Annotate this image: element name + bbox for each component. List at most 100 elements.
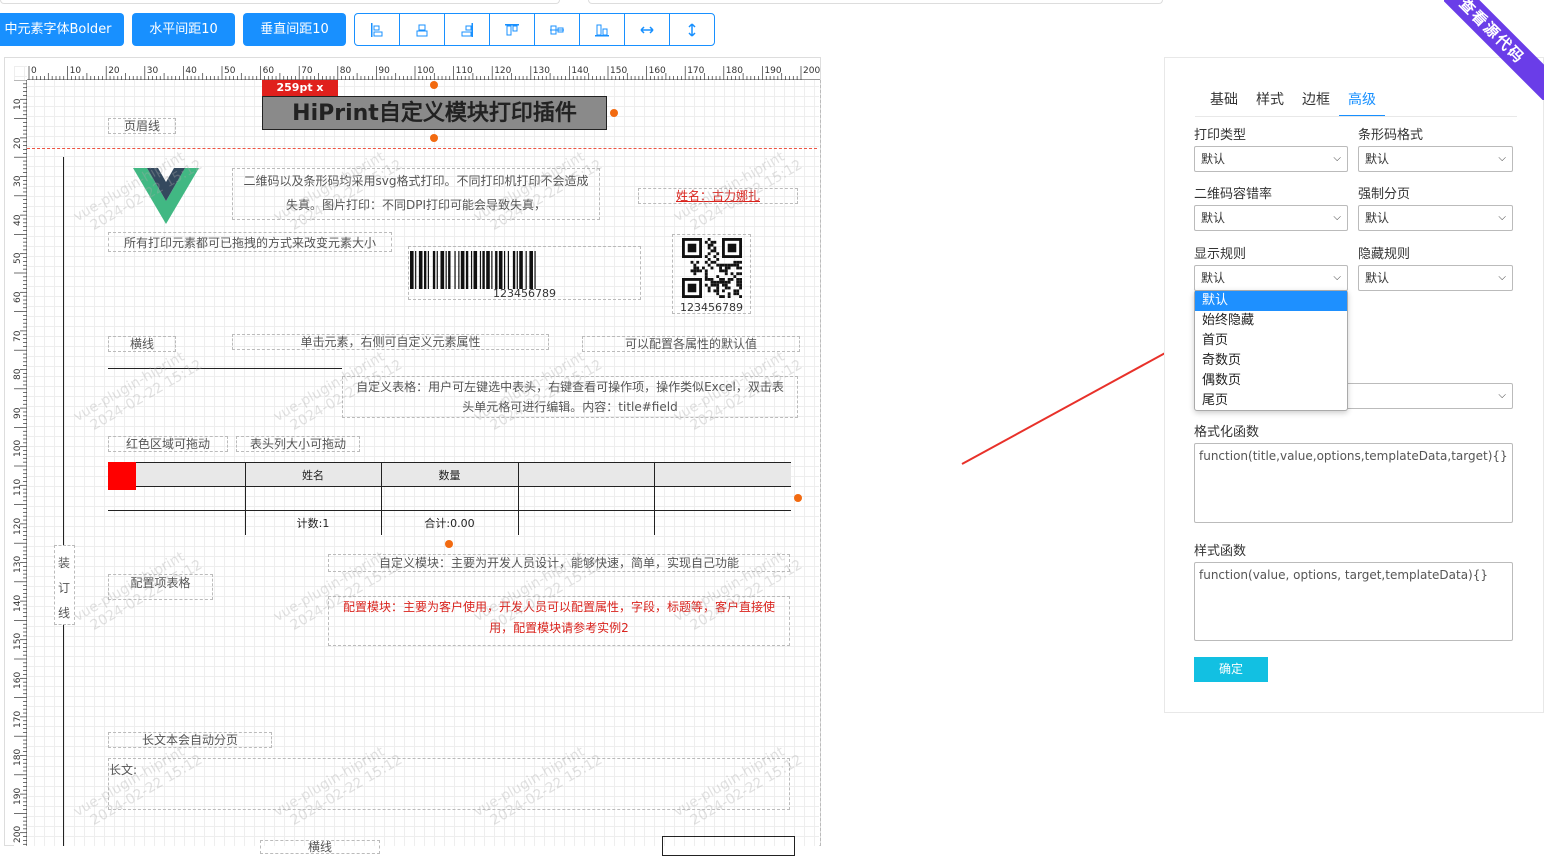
config-module-text[interactable]: 配置模块：主要为客户使用，开发人员可以配置属性，字段，标题等，客户直接使用，配置…	[328, 596, 790, 646]
ruler-left-label: 190	[13, 787, 23, 805]
table-cell	[517, 486, 654, 511]
dropdown-option[interactable]: 默认	[1195, 291, 1347, 311]
align-bottom-icon[interactable]	[580, 14, 625, 45]
print-type-select[interactable]: 默认 ⌵	[1194, 146, 1348, 172]
qr-module	[736, 260, 740, 264]
long-text-element[interactable]: 长文:	[108, 758, 790, 810]
qr-module	[736, 283, 740, 287]
ruler-top-label: 150	[610, 66, 628, 76]
tab-advanced[interactable]: 高级	[1339, 90, 1385, 117]
long-text-label[interactable]: 长文本会自动分页	[108, 732, 272, 748]
qr-module	[719, 266, 722, 270]
resize-handle[interactable]	[445, 540, 453, 548]
vue-logo-image[interactable]	[133, 168, 199, 224]
resize-handle[interactable]	[610, 109, 618, 117]
custom-module-text[interactable]: 自定义模块：主要为开发人员设计，能够快速，简单，实现自己功能	[328, 554, 790, 572]
table-hint-text[interactable]: 自定义表格：用户可左键选中表头，右键查看可操作项，操作类似Excel，双击表头单…	[342, 376, 798, 418]
resize-handle[interactable]	[430, 134, 438, 142]
ruler-left-label: 100	[13, 440, 23, 458]
drag-hint-text[interactable]: 所有打印元素都可已拖拽的方式来改变元素大小	[108, 232, 392, 252]
name-field[interactable]: 姓名：古力娜扎	[638, 188, 798, 204]
bold-font-button[interactable]: 中元素字体Bolder	[0, 13, 124, 46]
bottom-box[interactable]	[662, 836, 795, 856]
qr-module	[722, 263, 725, 267]
ruler-left-label: 140	[13, 594, 23, 612]
tab-style[interactable]: 样式	[1247, 90, 1293, 117]
qrcode-element[interactable]: 123456789	[672, 234, 751, 314]
table-cell	[380, 486, 518, 511]
table-header-cell[interactable]	[517, 462, 654, 487]
barcode-format-select[interactable]: 默认 ⌵	[1358, 146, 1513, 172]
qr-module	[722, 269, 725, 273]
confirm-button[interactable]: 确定	[1194, 657, 1268, 682]
qr-module	[707, 263, 711, 267]
qr-module	[716, 283, 720, 287]
ruler-top-label: 180	[725, 66, 743, 76]
qr-module	[704, 260, 708, 264]
qr-description-text[interactable]: 二维码以及条形码均采用svg格式打印。不同打印机打印不会造成失真。图片打印：不同…	[232, 168, 600, 220]
barcode-element[interactable]: 123456789	[408, 246, 641, 300]
header-line-label[interactable]: 页眉线	[108, 118, 176, 134]
ruler-top-label: 60	[262, 66, 275, 76]
table-header-cell[interactable]: 姓名	[244, 462, 381, 487]
default-hint-text[interactable]: 可以配置各属性的默认值	[582, 336, 800, 352]
qr-module	[727, 266, 731, 270]
hide-rule-select[interactable]: 默认 ⌵	[1358, 265, 1513, 291]
dropdown-option[interactable]: 奇数页	[1195, 351, 1347, 371]
dropdown-option[interactable]: 首页	[1195, 331, 1347, 351]
barcode-bar	[519, 251, 523, 289]
qr-module	[733, 292, 737, 296]
binding-label[interactable]: 装 订 线	[54, 545, 75, 625]
table-header-cell[interactable]	[653, 462, 791, 487]
horizontal-spacing-button[interactable]: 水平间距10	[132, 13, 235, 46]
force-page-select[interactable]: 默认 ⌵	[1358, 205, 1513, 231]
table-header-cell[interactable]: 数量	[380, 462, 518, 487]
resize-handle[interactable]	[430, 81, 438, 89]
vertical-distribute-icon[interactable]	[670, 14, 714, 45]
barcode-bar	[525, 251, 527, 289]
qr-error-select[interactable]: 默认 ⌵	[1194, 205, 1348, 231]
qr-module	[693, 263, 697, 267]
align-right-icon[interactable]	[445, 14, 490, 45]
show-rule-select[interactable]: 默认 ⌵	[1194, 265, 1348, 291]
align-left-icon[interactable]	[355, 14, 400, 45]
qr-module	[713, 255, 717, 258]
column-resize-label[interactable]: 表头列大小可拖动	[236, 436, 360, 452]
header-line[interactable]	[27, 148, 817, 149]
config-table-label[interactable]: 配置项表格	[108, 574, 213, 600]
print-table[interactable]: 姓名 数量 计数:1 合计:0.00	[108, 462, 791, 535]
style-function-textarea[interactable]: function(value, options, target,template…	[1194, 562, 1513, 641]
bottom-label[interactable]: 横线	[260, 840, 380, 854]
ruler-left-label: 110	[13, 478, 23, 496]
tab-basic[interactable]: 基础	[1201, 90, 1247, 117]
ribbon-container: 查看源代码	[1444, 0, 1544, 100]
resize-handle[interactable]	[794, 494, 802, 502]
red-drag-label[interactable]: 红色区域可拖动	[108, 436, 228, 452]
qr-module	[716, 280, 720, 284]
vertical-spacing-button[interactable]: 垂直间距10	[243, 13, 346, 46]
click-hint-text[interactable]: 单击元素，右侧可自定义元素属性	[232, 334, 549, 350]
qr-module	[713, 249, 717, 253]
qr-module	[727, 278, 731, 281]
dropdown-option[interactable]: 尾页	[1195, 391, 1347, 411]
qr-module	[704, 272, 708, 276]
qr-module	[739, 272, 742, 276]
ruler-left-label: 70	[13, 330, 23, 342]
dropdown-option[interactable]: 偶数页	[1195, 371, 1347, 391]
tab-border[interactable]: 边框	[1293, 90, 1339, 117]
barcode-bar	[503, 251, 506, 289]
align-top-icon[interactable]	[490, 14, 535, 45]
hline-label[interactable]: 横线	[108, 336, 176, 352]
title-element[interactable]: HiPrint自定义模块打印插件	[262, 96, 607, 130]
qr-module	[710, 240, 714, 244]
horizontal-line[interactable]	[108, 368, 342, 369]
dropdown-option[interactable]: 始终隐藏	[1195, 311, 1347, 331]
align-center-icon[interactable]	[400, 14, 445, 45]
size-badge: 259pt x 27pt	[262, 80, 338, 110]
qr-module	[736, 266, 740, 270]
format-function-textarea[interactable]: function(title,value,options,templateDat…	[1194, 443, 1513, 523]
align-middle-icon[interactable]	[535, 14, 580, 45]
view-source-ribbon[interactable]: 查看源代码	[1444, 0, 1544, 100]
horizontal-distribute-icon[interactable]	[625, 14, 670, 45]
table-drag-handle[interactable]	[108, 462, 136, 490]
